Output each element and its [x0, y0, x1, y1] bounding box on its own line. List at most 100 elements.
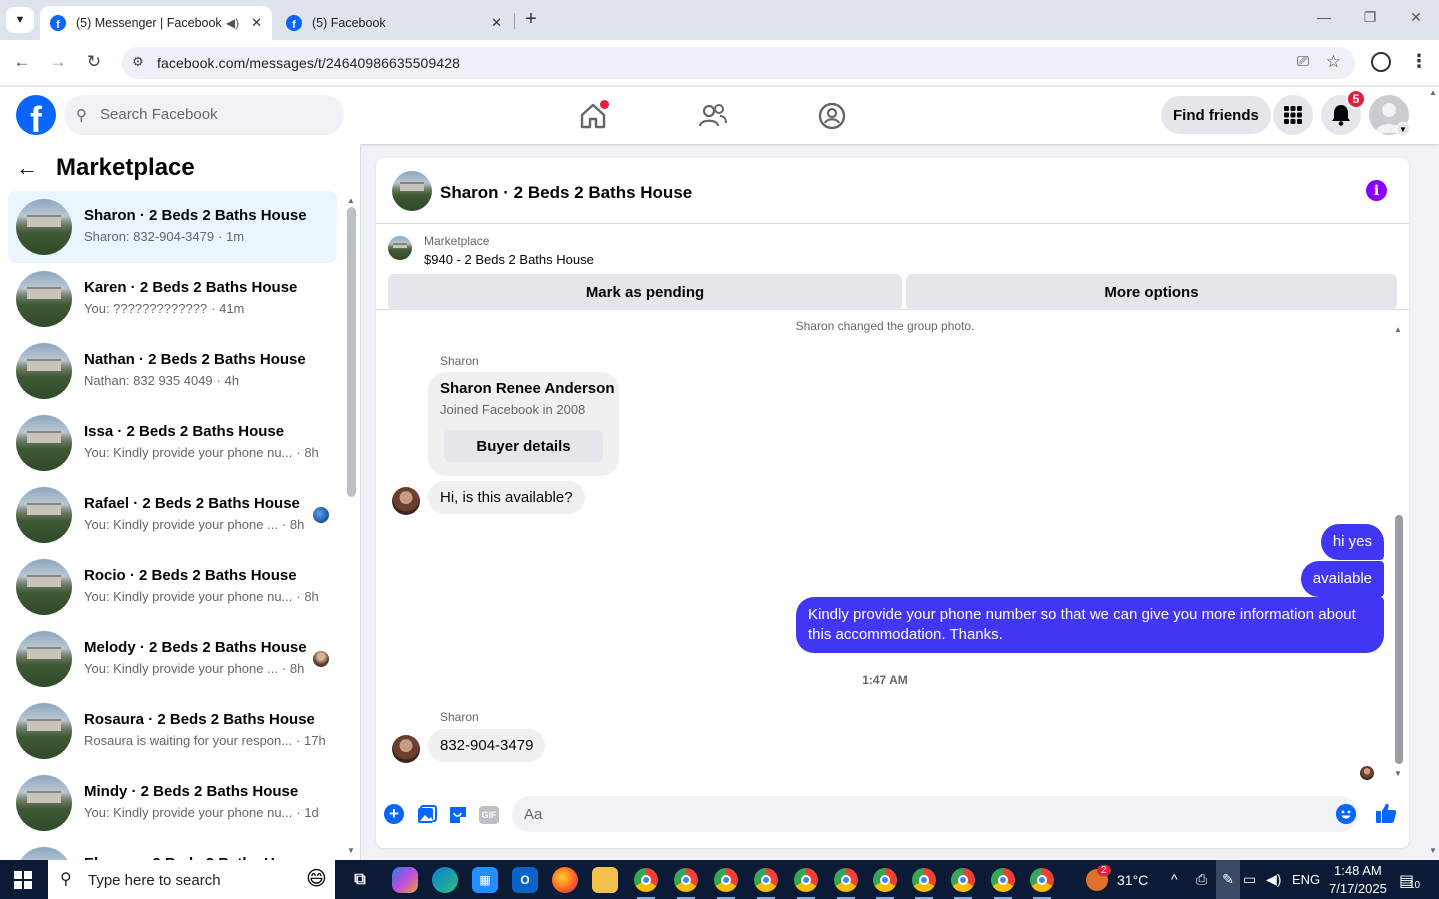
file-explorer-icon[interactable] [592, 867, 618, 893]
sender-avatar[interactable] [392, 735, 420, 763]
facebook-search[interactable]: ⚲ Search Facebook [64, 95, 344, 135]
groups-icon[interactable] [817, 101, 847, 131]
chrome-icon[interactable] [911, 867, 937, 893]
conversation-item[interactable]: Nathan · 2 Beds 2 Baths House Nathan: 832… [8, 335, 337, 407]
conversation-item[interactable]: Rosaura · 2 Beds 2 Baths House Rosaura is… [8, 695, 337, 767]
restore-icon[interactable]: ❐ [1360, 9, 1380, 26]
outgoing-message[interactable]: hi yes [1320, 524, 1384, 560]
menu-grid-button[interactable] [1273, 95, 1313, 135]
find-friends-button[interactable]: Find friends [1161, 96, 1271, 134]
conversation-item[interactable]: Sharon · 2 Beds 2 Baths House Sharon: 832… [8, 191, 337, 263]
message-input[interactable]: Aa [512, 796, 1358, 832]
close-window-icon[interactable]: ✕ [1406, 9, 1426, 26]
listing-title[interactable]: $940 - 2 Beds 2 Baths House [424, 252, 594, 267]
tab-facebook[interactable]: f (5) Facebook ✕ [276, 6, 512, 40]
weather-temperature[interactable]: 31°C [1117, 872, 1148, 888]
sidebar-scrollbar[interactable] [347, 207, 356, 497]
chrome-icon[interactable] [872, 867, 898, 893]
more-options-button[interactable]: More options [906, 274, 1397, 310]
chrome-icon[interactable] [990, 867, 1016, 893]
sidebar-scroll-down-icon[interactable]: ▼ [347, 846, 355, 855]
chat-scrollbar[interactable] [1395, 515, 1403, 764]
emoji-icon[interactable] [1336, 804, 1356, 824]
firefox-icon[interactable] [552, 867, 578, 893]
facebook-logo-icon[interactable]: f [16, 95, 56, 135]
store-icon[interactable]: ▦ [472, 867, 498, 893]
outgoing-message[interactable]: Kindly provide your phone number so that… [796, 597, 1384, 653]
meet-now-icon[interactable]: ⎙ [1196, 871, 1207, 888]
outgoing-message[interactable]: available [1300, 561, 1384, 597]
info-icon[interactable]: i [1366, 180, 1387, 201]
chrome-icon[interactable] [713, 867, 739, 893]
page-scroll-up-icon[interactable]: ▲ [1429, 88, 1437, 97]
windows-start-icon[interactable] [14, 871, 32, 889]
conversation-item[interactable]: Karen · 2 Beds 2 Baths House You: ???????… [8, 263, 337, 335]
copilot-icon[interactable] [392, 867, 418, 893]
show-hidden-icons-icon[interactable]: ^ [1171, 871, 1178, 887]
conversation-item[interactable]: Melody · 2 Beds 2 Baths House You: Kindly… [8, 623, 337, 695]
account-chevron-icon[interactable]: ▼ [1396, 122, 1410, 136]
edge-icon[interactable] [432, 867, 458, 893]
reload-icon[interactable]: ↻ [83, 52, 105, 72]
network-icon[interactable]: ▭ [1243, 871, 1256, 888]
gif-icon[interactable]: GIF [479, 806, 499, 824]
conversation-item[interactable]: Eleanor · 2 Beds 2 Baths House [8, 839, 337, 860]
chat-scroll-up-icon[interactable]: ▲ [1394, 325, 1402, 334]
chrome-icon[interactable] [753, 867, 779, 893]
speaker-icon[interactable]: ◀) [226, 16, 239, 30]
friends-icon[interactable] [698, 101, 728, 131]
close-tab-icon[interactable]: ✕ [491, 15, 502, 31]
profile-icon[interactable] [1371, 52, 1391, 72]
install-app-icon[interactable]: ⎚ [1297, 53, 1309, 70]
bookmark-star-icon[interactable]: ☆ [1326, 52, 1341, 72]
chat-title[interactable]: Sharon · 2 Beds 2 Baths House [440, 183, 692, 203]
tab-messenger[interactable]: f (5) Messenger | Facebook ◀) ✕ [40, 6, 272, 40]
conversation-item[interactable]: Rocio · 2 Beds 2 Baths House You: Kindly … [8, 551, 337, 623]
clock-date[interactable]: 7/17/2025 [1329, 881, 1387, 896]
mark-as-pending-button[interactable]: Mark as pending [388, 274, 902, 310]
volume-icon[interactable]: ◀) [1266, 871, 1281, 888]
chrome-icon[interactable] [833, 867, 859, 893]
language-indicator[interactable]: ENG [1292, 872, 1320, 887]
plus-icon[interactable]: + [384, 804, 404, 824]
sidebar-scroll-up-icon[interactable]: ▲ [347, 196, 355, 205]
incoming-message[interactable]: 832-904-3479 [428, 729, 546, 762]
page-scroll-down-icon[interactable]: ▼ [1429, 846, 1437, 855]
back-icon[interactable]: ← [11, 52, 33, 72]
chat-thumbnail[interactable] [392, 171, 432, 211]
sticker-icon[interactable] [447, 804, 469, 826]
chrome-icon[interactable] [633, 867, 659, 893]
chat-scroll-down-icon[interactable]: ▼ [1394, 769, 1402, 778]
conversation-item[interactable]: Issa · 2 Beds 2 Baths House You: Kindly p… [8, 407, 337, 479]
windows-taskbar: ⚲ Type here to search 😄 ⧉ ▦ O 2 31°C ^ ⎙… [0, 860, 1439, 899]
chrome-icon[interactable] [793, 867, 819, 893]
outlook-icon[interactable]: O [512, 867, 538, 893]
url-text[interactable]: facebook.com/messages/t/2464098663550942… [157, 55, 460, 71]
sender-avatar[interactable] [392, 487, 420, 515]
tab-search-menu-button[interactable]: ▼ [6, 7, 34, 33]
clock-time[interactable]: 1:48 AM [1334, 863, 1382, 878]
conversation-preview: You: ????????????? [84, 301, 208, 316]
tab-title: (5) Facebook [312, 16, 386, 30]
site-settings-icon[interactable]: ⚙ [132, 54, 144, 70]
chrome-icon[interactable] [1029, 867, 1055, 893]
listing-thumbnail[interactable] [388, 236, 412, 260]
taskbar-search[interactable]: ⚲ Type here to search 😄 [48, 860, 335, 899]
chrome-icon[interactable] [950, 867, 976, 893]
forward-icon[interactable]: → [47, 52, 69, 72]
back-arrow-icon[interactable]: ← [16, 155, 38, 181]
pen-icon[interactable]: ✎ [1216, 860, 1240, 899]
incoming-message[interactable]: Hi, is this available? [428, 481, 585, 514]
new-tab-button[interactable]: + [520, 8, 542, 31]
browser-menu-icon[interactable]: ⋮ [1410, 51, 1428, 72]
buyer-details-button[interactable]: Buyer details [444, 430, 603, 462]
photo-icon[interactable] [416, 804, 438, 826]
chrome-icon[interactable] [673, 867, 699, 893]
address-bar[interactable]: ⚙ facebook.com/messages/t/24640986635509… [122, 47, 1355, 79]
thumbs-up-icon[interactable] [1374, 801, 1398, 825]
close-tab-icon[interactable]: ✕ [251, 15, 262, 31]
task-view-icon[interactable]: ⧉ [347, 867, 373, 893]
minimize-icon[interactable]: — [1314, 9, 1334, 25]
conversation-item[interactable]: Mindy · 2 Beds 2 Baths House You: Kindly … [8, 767, 337, 839]
conversation-item[interactable]: Rafael · 2 Beds 2 Baths House You: Kindly… [8, 479, 337, 551]
